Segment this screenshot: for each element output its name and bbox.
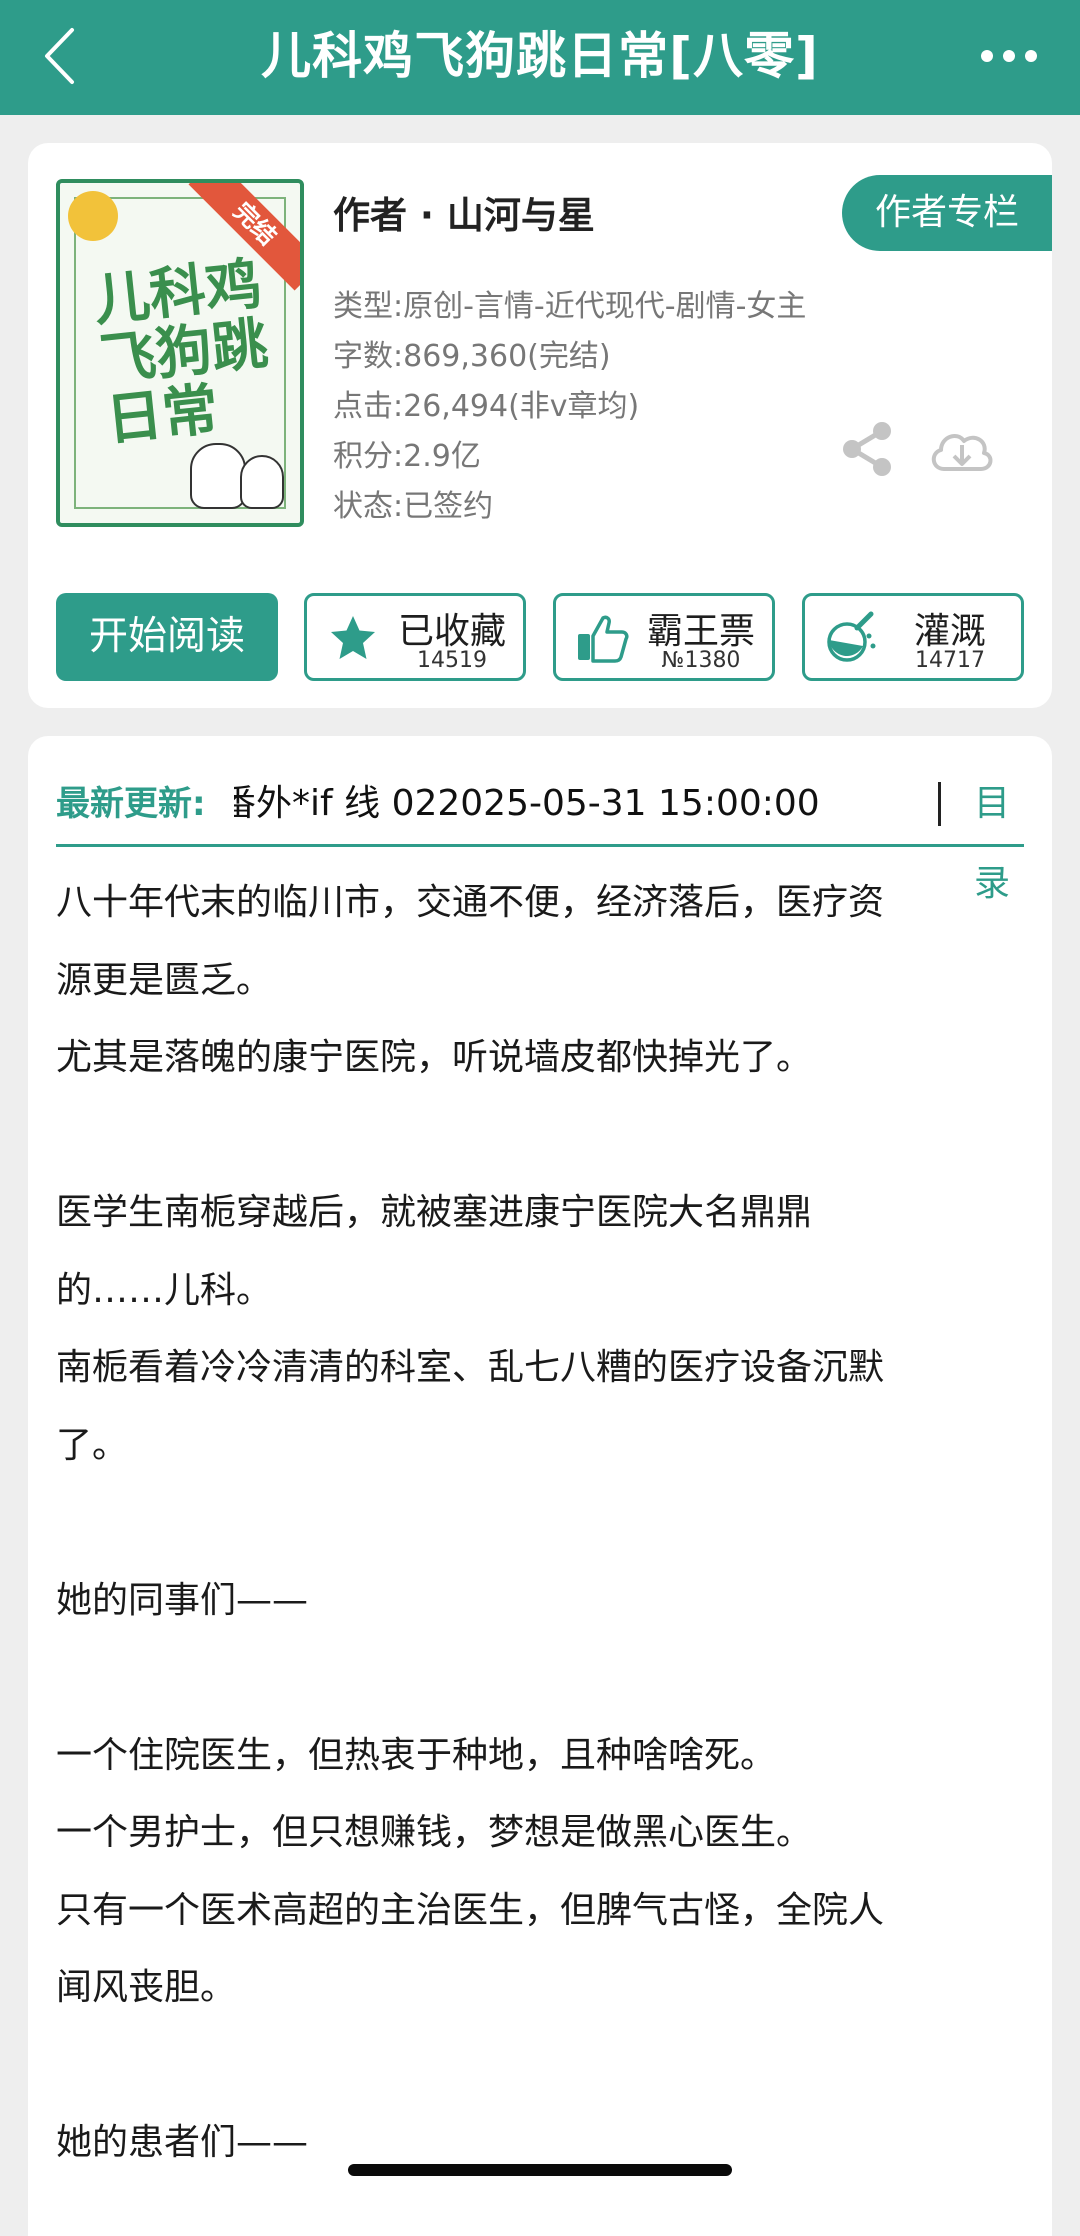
synopsis-line	[56, 1097, 1024, 1175]
nutrient-flask-icon	[827, 611, 876, 662]
synopsis: 八十年代末的临川市，交通不便，经济落后，医疗资 源更是匮乏。 尤其是落魄的康宁医…	[56, 864, 1024, 2182]
synopsis-line	[56, 1484, 1024, 1562]
share-button[interactable]	[840, 421, 896, 477]
chevron-left-icon	[45, 28, 74, 84]
cloud-download-icon	[931, 434, 993, 471]
start-reading-button[interactable]: 开始阅读	[56, 593, 278, 681]
tyrant-ticket-button[interactable]: 霸王票 №1380	[553, 593, 775, 681]
synopsis-line	[56, 1639, 1024, 1717]
synopsis-line: 八十年代末的临川市，交通不便，经济落后，医疗资	[56, 882, 885, 923]
top-bar: 儿科鸡飞狗跳日常[八零]	[0, 0, 1080, 115]
home-indicator[interactable]	[348, 2164, 732, 2176]
synopsis-line: 了。	[56, 1424, 129, 1466]
divider	[938, 782, 941, 826]
favorite-button[interactable]: 已收藏 14519	[304, 593, 526, 681]
synopsis-line: 一个男护士，但只想赚钱，梦想是做黑心医生。	[56, 1812, 813, 1853]
more-dots-icon	[981, 50, 1037, 62]
synopsis-line: 一个住院医生，但热衷于种地，且种啥啥死。	[56, 1734, 777, 1776]
latest-update-text: 番外*if 线 022025-05-31 15:00:00	[234, 783, 820, 824]
latest-update-label: 最新更新:	[56, 784, 206, 824]
back-button[interactable]	[34, 24, 84, 88]
share-icon	[843, 422, 891, 476]
page-title: 儿科鸡飞狗跳日常[八零]	[261, 27, 819, 85]
author-name[interactable]: 作者 · 山河与星	[333, 185, 595, 239]
synopsis-line: 闻风丧胆。	[56, 1967, 237, 2008]
latest-update-row: 最新更新: 番外*if 线 022025-05-31 15:00:00 目录	[56, 764, 1024, 904]
meta-score: 积分:2.9亿	[333, 439, 481, 474]
more-button[interactable]	[974, 40, 1044, 72]
synopsis-line: 她的同事们——	[56, 1579, 309, 1621]
meta-status: 状态:已签约	[333, 489, 494, 524]
thumbs-up-icon	[578, 615, 629, 663]
download-button[interactable]	[926, 423, 996, 479]
star-icon	[331, 616, 375, 659]
cover-sun-decoration	[68, 191, 118, 241]
synopsis-line: 医学生南栀穿越后，就被塞进康宁医院大名鼎鼎	[56, 1192, 813, 1233]
cover-figure	[190, 443, 246, 509]
cover-figure	[240, 455, 284, 509]
description-card: 最新更新: 番外*if 线 022025-05-31 15:00:00 目录 八…	[28, 736, 1052, 2236]
synopsis-line: 南栀看着冷冷清清的科室、乱七八糟的医疗设备沉默	[56, 1347, 885, 1388]
tyrant-ticket-label: 霸王票	[646, 611, 755, 652]
book-cover[interactable]: 儿科鸡飞狗跳日常 完结	[56, 179, 304, 527]
favorite-count: 14519	[417, 648, 487, 673]
meta-clicks: 点击:26,494(非v章均)	[333, 389, 640, 424]
synopsis-line: 源更是匮乏。	[56, 959, 273, 1001]
irrigate-count: 14717	[915, 648, 985, 673]
tyrant-ticket-count: №1380	[661, 648, 741, 673]
latest-update-marquee[interactable]: 番外*if 线 022025-05-31 15:00:00	[234, 764, 894, 844]
synopsis-line: 的……儿科。	[56, 1269, 273, 1311]
author-column-button[interactable]: 作者专栏	[842, 175, 1052, 251]
book-info-card: 儿科鸡飞狗跳日常 完结 作者 · 山河与星 作者专栏 类型:原创-言情-近代现代…	[28, 143, 1052, 708]
irrigate-button[interactable]: 灌溉 14717	[802, 593, 1024, 681]
meta-word-count: 字数:869,360(完结)	[333, 339, 611, 374]
synopsis-line	[56, 2027, 1024, 2105]
meta-genre: 类型:原创-言情-近代现代-剧情-女主	[333, 289, 807, 324]
cover-title-art: 儿科鸡飞狗跳日常	[90, 251, 271, 454]
favorite-label: 已收藏	[397, 611, 506, 652]
irrigate-label: 灌溉	[913, 611, 986, 652]
synopsis-line: 只有一个医术高超的主治医生，但脾气古怪，全院人	[56, 1889, 885, 1931]
synopsis-line: 尤其是落魄的康宁医院，听说墙皮都快掉光了。	[56, 1037, 813, 1078]
